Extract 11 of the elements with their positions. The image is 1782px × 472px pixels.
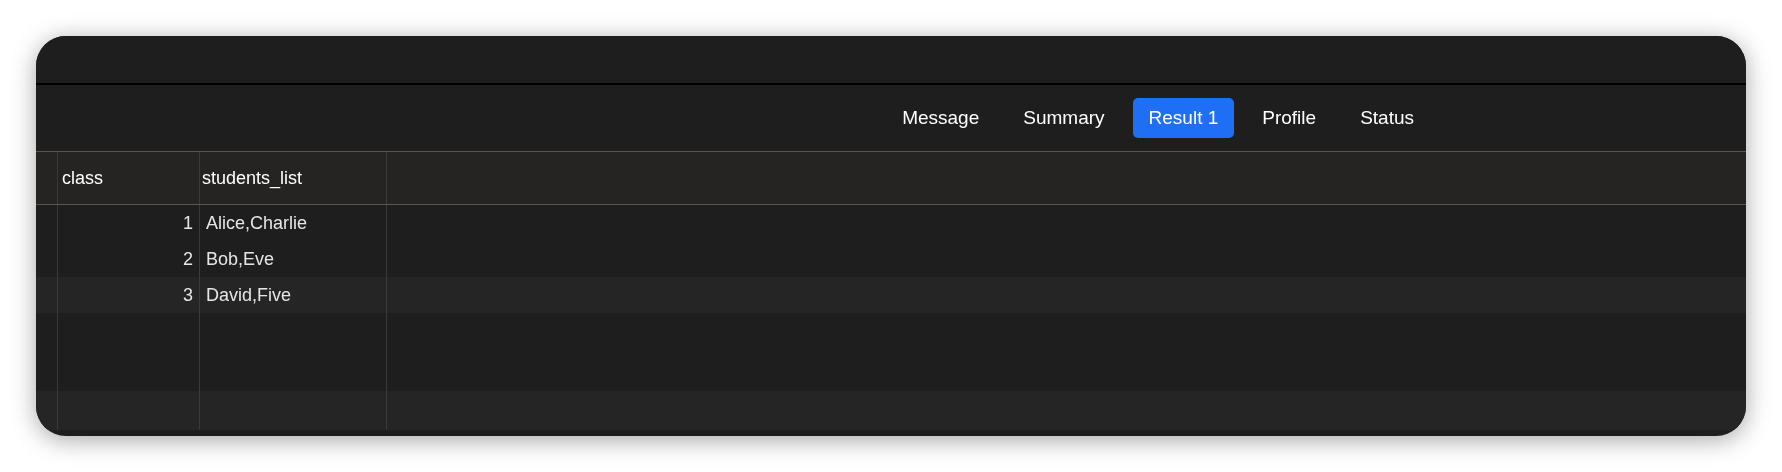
table-cell: 3 bbox=[58, 277, 200, 313]
table-cell: 1 bbox=[58, 205, 200, 241]
column-header[interactable]: students_list bbox=[200, 152, 387, 204]
column-header[interactable]: class bbox=[58, 152, 200, 204]
result-tab[interactable]: Status bbox=[1344, 98, 1430, 138]
result-tab[interactable]: Summary bbox=[1007, 98, 1121, 138]
result-tab[interactable]: Profile bbox=[1246, 98, 1333, 138]
result-tab[interactable]: Message bbox=[886, 98, 996, 138]
result-tab[interactable]: Result 1 bbox=[1132, 98, 1235, 138]
table-cell: David,Five bbox=[200, 277, 387, 313]
table-cell: Alice,Charlie bbox=[200, 205, 387, 241]
